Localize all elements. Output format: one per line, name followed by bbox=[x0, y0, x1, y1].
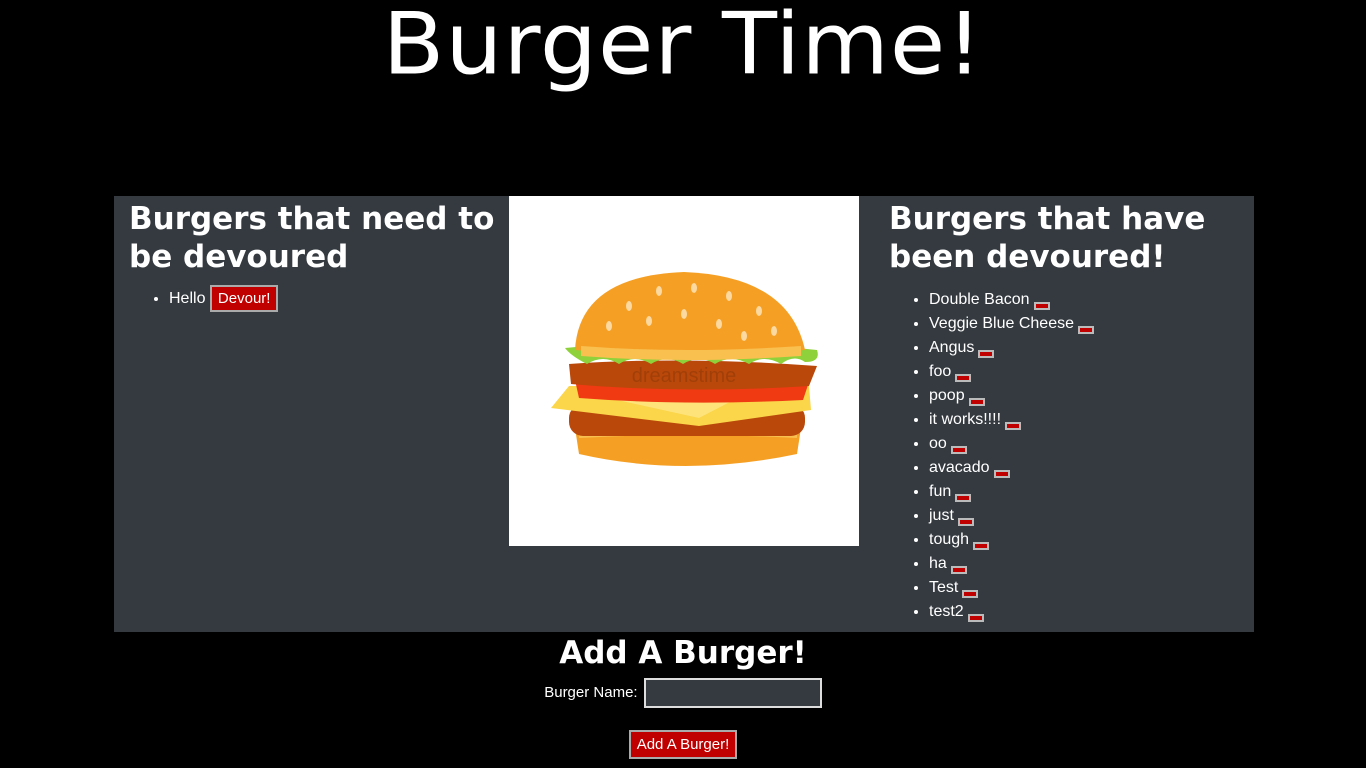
delete-button[interactable] bbox=[968, 398, 985, 406]
undevoured-list: Hello Devour! bbox=[129, 284, 509, 314]
devoured-column: Burgers that have been devoured! Double … bbox=[889, 196, 1249, 624]
devour-button[interactable]: Devour! bbox=[209, 285, 279, 313]
burger-name: oo bbox=[929, 435, 947, 452]
burger-panel: Burgers that need to be devoured Hello D… bbox=[114, 196, 1254, 632]
undevoured-column: Burgers that need to be devoured Hello D… bbox=[129, 196, 509, 314]
add-burger-button[interactable]: Add A Burger! bbox=[628, 730, 738, 759]
list-item: ha bbox=[929, 552, 1249, 576]
list-item: it works!!!! bbox=[929, 408, 1249, 432]
delete-button[interactable] bbox=[962, 590, 979, 598]
list-item: Double Bacon bbox=[929, 288, 1249, 312]
delete-button[interactable] bbox=[950, 566, 967, 574]
list-item: oo bbox=[929, 432, 1249, 456]
list-item: avacado bbox=[929, 456, 1249, 480]
delete-button[interactable] bbox=[950, 446, 967, 454]
undevoured-heading: Burgers that need to be devoured bbox=[129, 201, 495, 275]
add-burger-form: Burger Name: bbox=[0, 678, 1366, 708]
burger-name-input[interactable] bbox=[643, 678, 822, 708]
list-item: foo bbox=[929, 360, 1249, 384]
list-item: Angus bbox=[929, 336, 1249, 360]
add-burger-title: Add A Burger! bbox=[559, 635, 807, 671]
burger-name: Hello bbox=[169, 290, 206, 307]
list-item: test2 bbox=[929, 600, 1249, 624]
burger-name: Test bbox=[929, 579, 959, 596]
list-item: tough bbox=[929, 528, 1249, 552]
burger-name: ha bbox=[929, 555, 947, 572]
burger-name: foo bbox=[929, 363, 952, 380]
delete-button[interactable] bbox=[978, 350, 995, 358]
burger-name: Veggie Blue Cheese bbox=[929, 315, 1074, 332]
burger-name: it works!!!! bbox=[929, 411, 1002, 428]
list-item: Hello Devour! bbox=[169, 284, 509, 314]
list-item: fun bbox=[929, 480, 1249, 504]
delete-button[interactable] bbox=[993, 470, 1010, 478]
delete-button[interactable] bbox=[955, 494, 972, 502]
burger-name: fun bbox=[929, 483, 952, 500]
burger-name: poop bbox=[929, 387, 965, 404]
delete-button[interactable] bbox=[973, 542, 990, 550]
burger-name: tough bbox=[929, 531, 970, 548]
delete-button[interactable] bbox=[955, 374, 972, 382]
burger-name: Double Bacon bbox=[929, 291, 1030, 308]
delete-button[interactable] bbox=[1078, 326, 1094, 334]
burger-name: just bbox=[929, 507, 954, 524]
delete-button[interactable] bbox=[1005, 422, 1022, 430]
burger-illustration: dreamstime bbox=[551, 272, 818, 466]
page-title: Burger Time! bbox=[382, 0, 984, 95]
burger-name: test2 bbox=[929, 603, 964, 620]
burger-name: avacado bbox=[929, 459, 990, 476]
delete-button[interactable] bbox=[967, 614, 984, 622]
add-button-row: Add A Burger! bbox=[0, 730, 1366, 759]
burger-image: dreamstime bbox=[509, 196, 859, 546]
list-item: Veggie Blue Cheese bbox=[929, 312, 1249, 336]
burger-name: Angus bbox=[929, 339, 975, 356]
list-item: just bbox=[929, 504, 1249, 528]
devoured-list: Double Bacon Veggie Blue Cheese Angus foo po… bbox=[889, 288, 1249, 624]
list-item: poop bbox=[929, 384, 1249, 408]
delete-button[interactable] bbox=[957, 518, 974, 526]
burger-name-label: Burger Name: bbox=[544, 683, 638, 701]
watermark: dreamstime bbox=[632, 365, 736, 387]
list-item: Test bbox=[929, 576, 1249, 600]
devoured-heading: Burgers that have been devoured! bbox=[889, 201, 1206, 275]
delete-button[interactable] bbox=[1033, 302, 1050, 310]
